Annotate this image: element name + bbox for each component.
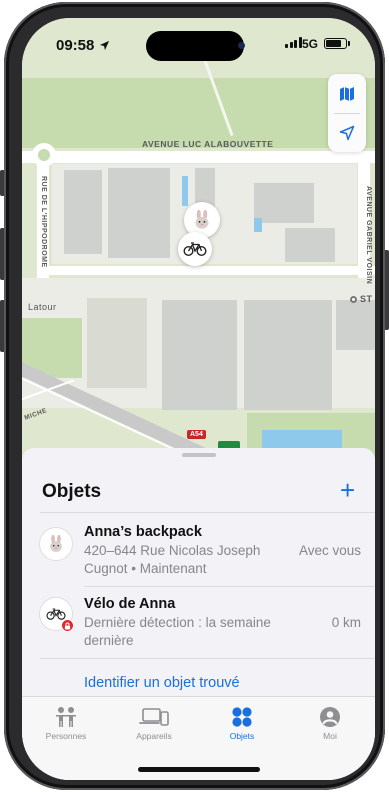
tab-items[interactable]: Objets xyxy=(198,697,286,757)
divider xyxy=(40,658,375,659)
street-label-avenue: AVENUE LUC ALABOUVETTE xyxy=(142,139,274,149)
map-building xyxy=(162,300,237,410)
map-building xyxy=(87,298,147,388)
map-controls xyxy=(328,74,366,152)
map-building xyxy=(244,300,332,410)
tab-people[interactable]: Personnes xyxy=(22,697,110,757)
status-time-text: 09:58 xyxy=(56,37,95,54)
item-avatar xyxy=(39,527,73,561)
map-building xyxy=(254,183,314,223)
map-view[interactable]: AVENUE LUC ALABOUVETTE RUE DE L'HIPPODRO… xyxy=(22,18,375,463)
place-dot-icon xyxy=(350,295,357,303)
phone-frame: AVENUE LUC ALABOUVETTE RUE DE L'HIPPODRO… xyxy=(4,2,385,790)
camera-dot xyxy=(238,42,245,49)
tab-me[interactable]: Moi xyxy=(286,697,374,757)
cellular-signal-icon xyxy=(285,37,302,48)
item-status: Avec vous xyxy=(298,543,361,558)
bicycle-icon xyxy=(183,242,207,257)
street-label-avenue-right: AVENUE GABRIEL VOISIN xyxy=(365,186,372,285)
item-subtitle: Dernière détection : la semaine dernière xyxy=(84,615,271,648)
map-park-area xyxy=(22,78,375,148)
street-label-rue: RUE DE L'HIPPODROME xyxy=(40,176,47,268)
map-road-avenue xyxy=(22,151,375,163)
place-label-st: ST xyxy=(350,294,373,304)
tab-label: Objets xyxy=(229,731,255,741)
tab-label: Moi xyxy=(323,731,337,741)
highway-shield-a54: A54 xyxy=(187,430,206,439)
lock-icon xyxy=(61,619,74,632)
battery-icon xyxy=(324,38,350,49)
map-mode-button[interactable] xyxy=(328,74,366,113)
screen: AVENUE LUC ALABOUVETTE RUE DE L'HIPPODRO… xyxy=(22,18,375,780)
tab-label: Appareils xyxy=(136,731,172,741)
item-subtitle: 420–644 Rue Nicolas Joseph Cugnot • Main… xyxy=(84,543,261,576)
tab-label: Personnes xyxy=(45,731,87,741)
sheet-title: Objets xyxy=(42,481,102,502)
item-name: Vélo de Anna xyxy=(84,596,176,612)
network-type: 5G xyxy=(302,37,319,51)
map-building xyxy=(64,170,102,254)
items-icon xyxy=(231,705,253,729)
map-water xyxy=(254,218,262,232)
map-pin-bike[interactable] xyxy=(178,232,212,266)
rabbit-icon xyxy=(50,534,62,552)
bicycle-icon xyxy=(46,608,66,620)
map-water xyxy=(182,176,188,206)
map-road-lower xyxy=(37,266,375,275)
item-row-bike[interactable]: Vélo de Anna Dernière détection : la sem… xyxy=(22,586,375,658)
identify-found-item-link[interactable]: Identifier un objet trouvé xyxy=(84,675,240,691)
location-button[interactable] xyxy=(328,113,366,152)
sheet-grabber[interactable] xyxy=(182,453,216,457)
tab-devices[interactable]: Appareils xyxy=(110,697,198,757)
devices-icon xyxy=(139,705,169,729)
home-indicator xyxy=(138,767,260,772)
map-building xyxy=(108,168,170,258)
status-time: 09:58 xyxy=(56,37,110,54)
map-building xyxy=(336,300,375,350)
street-label-miche: MICHE xyxy=(23,407,48,422)
place-label-latour: Latour xyxy=(28,302,57,312)
me-icon xyxy=(319,705,341,729)
people-icon xyxy=(52,705,80,729)
map-icon xyxy=(340,86,354,101)
place-label-st-text: ST xyxy=(360,294,373,304)
map-building xyxy=(285,228,335,262)
item-row-backpack[interactable]: Anna’s backpack 420–644 Rue Nicolas Jose… xyxy=(22,512,375,586)
item-status: 0 km xyxy=(331,615,361,630)
add-item-button[interactable]: + xyxy=(340,475,355,505)
status-bar: 09:58 5G xyxy=(22,18,375,68)
rabbit-icon xyxy=(195,209,209,229)
location-arrow-icon xyxy=(339,125,355,140)
location-services-icon xyxy=(99,40,109,51)
item-name: Anna’s backpack xyxy=(84,524,202,540)
dynamic-island xyxy=(146,31,244,61)
